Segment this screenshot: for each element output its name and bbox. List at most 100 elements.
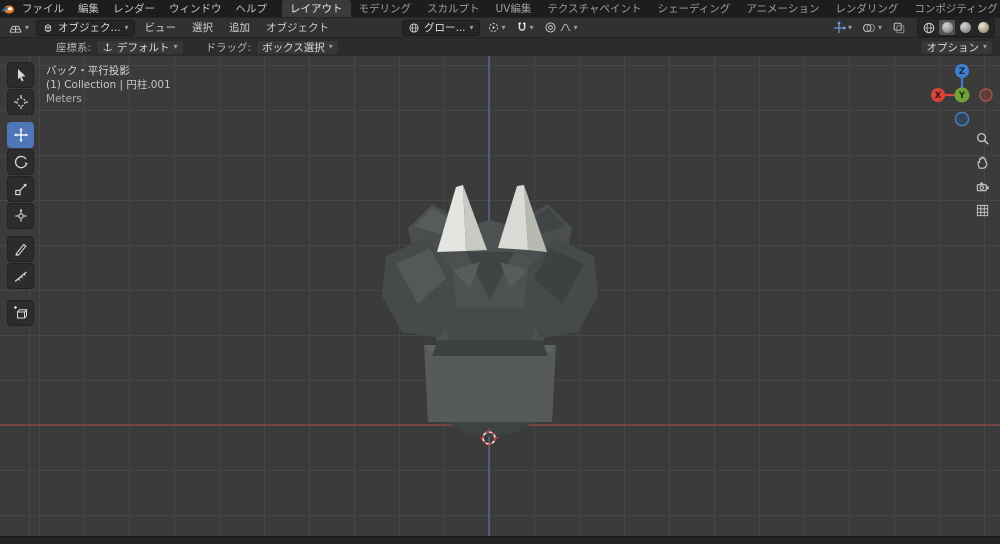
pan-button[interactable] [972, 152, 992, 172]
shading-rendered-button[interactable] [975, 20, 991, 35]
tool-rotate[interactable] [7, 149, 34, 175]
tool-measure[interactable] [7, 263, 34, 289]
viewport-shading-group [917, 18, 995, 37]
select-arrow-icon [17, 69, 25, 82]
xray-toggle[interactable] [889, 20, 909, 36]
toolbar [7, 62, 34, 326]
caret-down-icon: ▾ [469, 22, 474, 32]
tool-settings-bar: 座標系: デフォルト ▾ ドラッグ: ボックス選択 ▾ オプション ▾ [0, 37, 1000, 56]
tab-compositing[interactable]: コンポジティング [906, 0, 1000, 17]
tab-rendering[interactable]: レンダリング [827, 0, 906, 17]
tool-cursor[interactable] [7, 89, 34, 115]
transform-tool-icon [14, 208, 27, 222]
shading-wireframe-button[interactable] [921, 20, 937, 35]
axis-neg-x-ball[interactable] [979, 88, 993, 102]
wireframe-sphere-icon [923, 22, 935, 33]
tab-uv-editing[interactable]: UV編集 [488, 0, 540, 17]
caret-down-icon: ▾ [501, 22, 506, 32]
drag-label: ドラッグ: [205, 41, 252, 54]
units-label: Meters [46, 93, 82, 105]
header-right-group: ▾ ▾ [829, 18, 1000, 37]
tool-select-box[interactable] [7, 62, 34, 88]
caret-down-icon: ▾ [173, 42, 178, 51]
menu-object[interactable]: オブジェクト [260, 20, 335, 35]
camera-view-button[interactable] [972, 176, 992, 196]
workspace-tabs: レイアウト モデリング スカルプト UV編集 テクスチャペイント シェーディング… [282, 0, 1000, 17]
coord-system-dropdown[interactable]: デフォルト ▾ [96, 39, 184, 55]
menu-edit[interactable]: 編集 [71, 1, 106, 16]
ortho-toggle-button[interactable] [972, 200, 992, 220]
axis-y-label: Y [958, 91, 966, 101]
show-gizmo-toggle[interactable]: ▾ [829, 20, 855, 36]
menu-add[interactable]: 追加 [223, 20, 256, 35]
drag-mode-dropdown[interactable]: ボックス選択 ▾ [256, 39, 339, 55]
axis-z-label: Z [959, 67, 965, 77]
tab-texture-paint[interactable]: テクスチャペイント [539, 0, 649, 17]
tool-transform[interactable] [7, 203, 34, 229]
tab-sculpting[interactable]: スカルプト [419, 0, 488, 17]
status-bar [0, 536, 1000, 544]
axis-z-ball[interactable]: Z [955, 64, 969, 78]
caret-down-icon: ▾ [877, 22, 882, 32]
mode-dropdown[interactable]: オブジェク... ▾ [36, 19, 135, 36]
tool-move[interactable] [7, 122, 34, 148]
tab-animation[interactable]: アニメーション [738, 0, 827, 17]
shading-material-button[interactable] [957, 20, 973, 35]
hand-icon [977, 156, 987, 169]
axis-x-ball[interactable]: X [931, 88, 945, 102]
coord-system-value: デフォルト [117, 41, 170, 54]
topbar: ファイル 編集 レンダー ウィンドウ ヘルプ レイアウト モデリング スカルプト… [0, 0, 1000, 17]
caret-down-icon: ▾ [573, 22, 578, 32]
snap-toggle[interactable]: ▾ [513, 20, 537, 35]
axis-x-label: X [935, 91, 942, 101]
caret-down-icon: ▾ [982, 42, 987, 51]
material-sphere-icon [959, 22, 971, 33]
rotate-tool-icon [14, 155, 28, 169]
editor-type-button[interactable]: ▾ [5, 19, 32, 36]
transform-orientation-dropdown[interactable]: グロー... ▾ [402, 19, 480, 36]
grid-icon [976, 204, 988, 216]
blender-logo-icon[interactable] [0, 3, 15, 15]
caret-down-icon: ▾ [847, 22, 852, 32]
menu-file[interactable]: ファイル [15, 1, 71, 16]
object-mode-icon [44, 23, 52, 32]
zoom-button[interactable] [972, 128, 992, 148]
scale-tool-icon [14, 183, 27, 196]
axis-neg-z-ball[interactable] [954, 111, 970, 127]
proportional-circle-icon [545, 22, 556, 33]
measure-ruler-icon [14, 271, 27, 282]
coord-system-label: 座標系: [56, 41, 92, 54]
tab-layout[interactable]: レイアウト [282, 0, 351, 17]
tab-shading[interactable]: シェーディング [649, 0, 738, 17]
navigation-gizmo[interactable]: Z X Y [930, 63, 994, 127]
solid-sphere-icon [941, 22, 953, 33]
tab-modeling[interactable]: モデリング [351, 0, 420, 17]
menu-view[interactable]: ビュー [139, 20, 183, 35]
active-collection-label: (1) Collection | 円柱.001 [46, 79, 171, 91]
globe-icon [409, 22, 419, 33]
viewport-editor-icon [9, 25, 22, 33]
shading-solid-button[interactable] [939, 20, 955, 35]
viewport-header: ▾ オブジェク... ▾ ビュー 選択 追加 オブジェクト グロー... ▾ ▾… [0, 17, 1000, 37]
pivot-point-dropdown[interactable]: ▾ [484, 20, 509, 35]
proportional-editing-toggle[interactable]: ▾ [541, 20, 581, 35]
transform-default-icon [103, 42, 112, 51]
magnifier-icon [976, 132, 989, 145]
viewport-side-controls [972, 128, 992, 220]
menu-render[interactable]: レンダー [106, 1, 162, 16]
options-dropdown[interactable]: オプション ▾ [920, 39, 993, 55]
show-overlays-toggle[interactable]: ▾ [859, 20, 885, 36]
tool-add-cube[interactable] [7, 300, 34, 326]
menu-window[interactable]: ウィンドウ [162, 1, 229, 16]
axis-y-ball[interactable]: Y [954, 87, 970, 103]
blender-window: ファイル 編集 レンダー ウィンドウ ヘルプ レイアウト モデリング スカルプト… [0, 0, 1000, 544]
menu-select[interactable]: 選択 [186, 20, 219, 35]
overlays-icon [863, 23, 875, 32]
tool-annotate[interactable] [7, 236, 34, 262]
model-object[interactable] [382, 185, 598, 437]
viewport-3d[interactable]: バック・平行投影 (1) Collection | 円柱.001 Meters [0, 56, 1000, 536]
tool-scale[interactable] [7, 176, 34, 202]
caret-down-icon: ▾ [328, 42, 333, 51]
menu-help[interactable]: ヘルプ [229, 1, 275, 16]
mode-label: オブジェク... [58, 22, 121, 34]
